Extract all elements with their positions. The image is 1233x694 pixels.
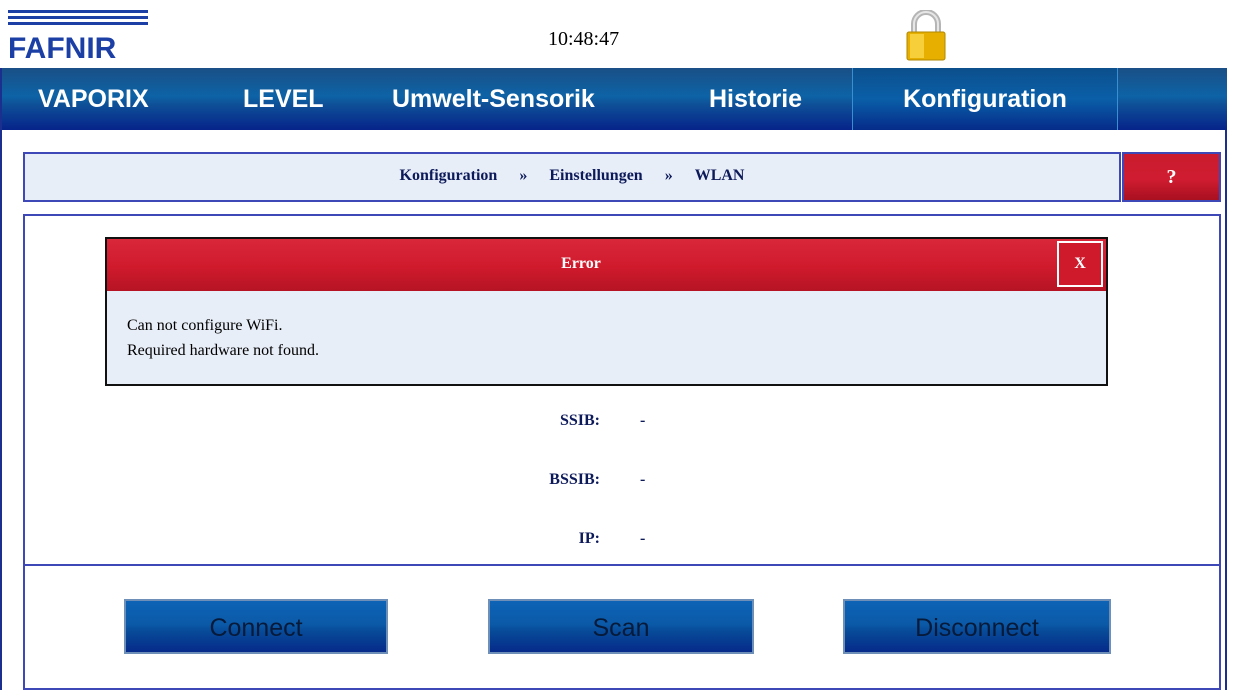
- logo-text: FAFNIR: [8, 32, 117, 65]
- breadcrumb-einstellungen[interactable]: Einstellungen: [549, 167, 642, 184]
- breadcrumb: Konfiguration » Einstellungen » WLAN: [23, 152, 1121, 202]
- nav-item-vaporix[interactable]: VAPORIX: [38, 68, 149, 130]
- error-message: Can not configure WiFi. Required hardwar…: [127, 313, 319, 363]
- nav-item-umwelt-sensorik[interactable]: Umwelt-Sensorik: [392, 68, 595, 130]
- main-nav: VAPORIX LEVEL Umwelt-Sensorik Historie K…: [2, 68, 1227, 130]
- nav-item-konfiguration[interactable]: Konfiguration: [852, 68, 1118, 130]
- ip-label: IP:: [578, 530, 600, 547]
- help-button[interactable]: ?: [1122, 152, 1221, 202]
- ssib-label: SSIB:: [559, 412, 600, 429]
- close-button[interactable]: X: [1057, 241, 1103, 287]
- bssib-value: -: [640, 471, 646, 488]
- connect-button[interactable]: Connect: [124, 599, 388, 654]
- error-dialog-header: Error X: [107, 239, 1106, 291]
- nav-item-level[interactable]: LEVEL: [243, 68, 324, 130]
- breadcrumb-konfiguration[interactable]: Konfiguration: [400, 167, 498, 184]
- bssib-label: BSSIB:: [549, 471, 600, 488]
- breadcrumb-separator: »: [519, 167, 528, 184]
- header: FAFNIR 10:48:47: [0, 0, 1233, 68]
- ip-value: -: [640, 530, 646, 547]
- error-dialog-title: Error: [561, 255, 601, 272]
- error-message-line2: Required hardware not found.: [127, 342, 319, 359]
- ssib-value: -: [640, 412, 646, 429]
- padlock-icon[interactable]: [902, 9, 950, 62]
- error-dialog: Error X Can not configure WiFi. Required…: [105, 237, 1108, 386]
- scan-button[interactable]: Scan: [488, 599, 754, 654]
- breadcrumb-wlan: WLAN: [694, 167, 745, 184]
- error-message-line1: Can not configure WiFi.: [127, 317, 283, 334]
- clock: 10:48:47: [548, 28, 620, 50]
- disconnect-button[interactable]: Disconnect: [843, 599, 1111, 654]
- breadcrumb-separator: »: [664, 167, 673, 184]
- fafnir-logo: FAFNIR: [8, 10, 153, 65]
- nav-item-historie[interactable]: Historie: [709, 68, 802, 130]
